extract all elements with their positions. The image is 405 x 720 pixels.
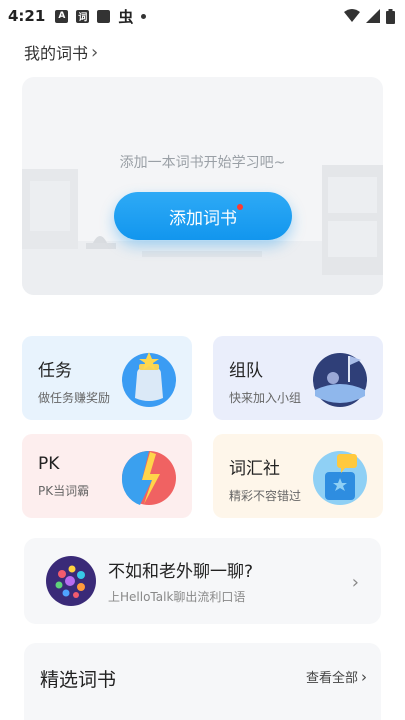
view-all-link[interactable]: 查看全部 ›: [305, 667, 367, 687]
status-time: 4:21: [8, 7, 46, 25]
task-tile[interactable]: 任务 做任务赚奖励: [22, 336, 192, 420]
status-bar: 4:21 A 词 虫: [0, 0, 405, 32]
pk-versus-icon: [121, 451, 176, 505]
hellotalk-subtitle: 上HelloTalk聊出流利口语: [108, 590, 246, 604]
wifi-icon: [344, 9, 360, 22]
hellotalk-logo-icon: [46, 556, 96, 606]
my-books-empty-card: 添加一本词书开始学习吧~ 添加词书: [22, 77, 383, 295]
chevron-right-icon: ›: [91, 41, 99, 63]
selected-books-title: 精选词书: [40, 669, 117, 691]
view-all-label: 查看全部: [305, 671, 358, 686]
signal-icon: [366, 9, 380, 23]
hellotalk-title: 不如和老外聊一聊?: [108, 562, 254, 582]
bug-icon: 虫: [118, 7, 134, 26]
word-club-tile[interactable]: 词汇社 精彩不容错过: [213, 434, 383, 518]
status-notification-icons: A 词 虫: [55, 6, 147, 27]
a-box-icon: A: [55, 9, 69, 23]
my-books-title: 我的词书: [24, 44, 89, 63]
selected-books-section: 精选词书 查看全部 ›: [24, 643, 381, 720]
add-book-button[interactable]: 添加词书: [114, 192, 292, 240]
chevron-right-icon: ›: [351, 572, 359, 593]
battery-icon: [386, 8, 395, 24]
square-icon: [97, 9, 111, 23]
dot-icon: [141, 13, 147, 19]
chevron-right-icon: ›: [361, 667, 367, 686]
empty-state-text: 添加一本词书开始学习吧~: [119, 155, 286, 171]
pk-tile[interactable]: PK PK当词霸: [22, 434, 192, 518]
star-jar-icon: [122, 352, 176, 407]
notification-dot: [237, 204, 243, 210]
hellotalk-promo-card[interactable]: 不如和老外聊一聊? 上HelloTalk聊出流利口语 ›: [24, 538, 381, 624]
team-tile[interactable]: 组队 快来加入小组: [213, 336, 383, 420]
my-books-link[interactable]: 我的词书 ›: [24, 40, 98, 64]
flag-globe-icon: [313, 353, 367, 407]
club-chat-icon: [313, 451, 367, 505]
word-app-icon: 词: [76, 9, 90, 23]
